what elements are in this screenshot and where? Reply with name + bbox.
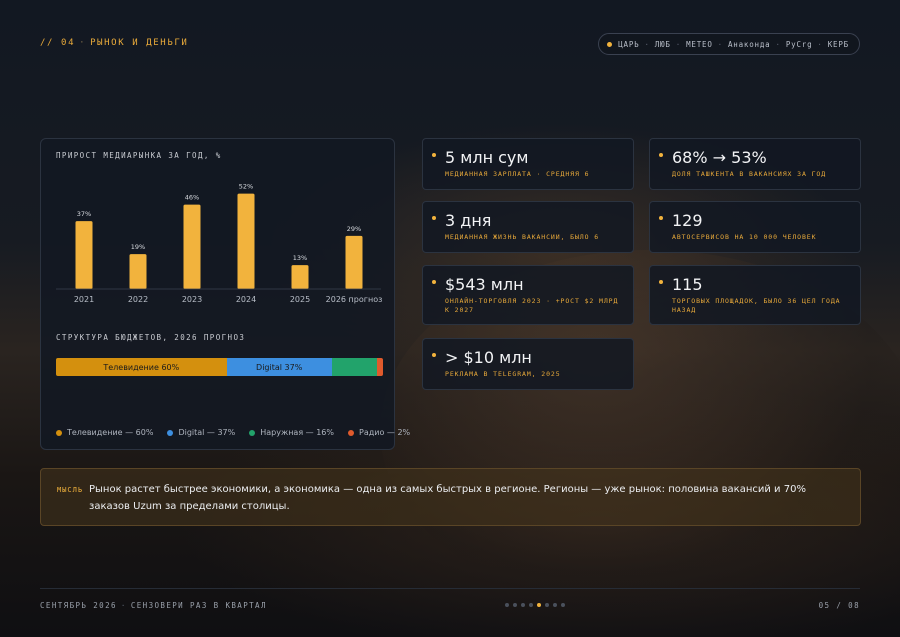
bar-2021: [75, 221, 93, 289]
bullet-icon: [432, 353, 436, 357]
bullet-icon: [659, 153, 663, 157]
budget-segment-tv: Телевидение 60%: [56, 358, 227, 376]
stat-value: 3 дня: [445, 211, 492, 230]
stat-label: ТОРГОВЫХ ПЛОЩАДОК, БЫЛО 36 ЦЕЛ ГОДА НАЗА…: [672, 297, 841, 314]
stat-card-tashkent-share: 68% → 53% ДОЛЯ ТАШКЕНТА В ВАКАНСИЯХ ЗА Г…: [649, 138, 861, 190]
x-tick-label: 2024: [236, 295, 256, 304]
budget-chart-title: СТРУКТУРА БЮДЖЕТОВ, 2026 ПРОГНОЗ: [56, 333, 246, 342]
stat-label: ДОЛЯ ТАШКЕНТА В ВАКАНСИЯХ ЗА ГОД: [672, 170, 827, 178]
stat-value: 115: [672, 275, 703, 294]
stat-value: $543 млн: [445, 275, 524, 294]
page-number: 05 / 08: [818, 601, 860, 610]
x-tick-label: 2021: [74, 295, 94, 304]
bar-value-label: 13%: [293, 254, 307, 262]
bullet-icon: [432, 153, 436, 157]
footer-date: СЕНТЯБРЬ 2026: [40, 601, 117, 610]
bar-2025: [291, 265, 309, 289]
insight-text: Рынок растет быстрее экономики, а эконом…: [89, 484, 806, 512]
stat-card-telegram-ads: > $10 млн РЕКЛАМА В TELEGRAM, 2025: [422, 338, 634, 390]
page-dot[interactable]: [513, 603, 517, 607]
legend-swatch-icon: [249, 429, 256, 436]
footer-tagline: СЕНЗОВЕРИ РАЗ В КВАРТАЛ: [130, 601, 267, 610]
legend-item-digital: Digital — 37%: [167, 428, 235, 437]
budget-stacked-bar: Телевидение 60% Digital 37%: [56, 358, 383, 376]
nav-dot-icon: [607, 41, 613, 47]
bar-value-label: 52%: [239, 183, 253, 191]
legend-label: Радио — 2%: [359, 428, 411, 437]
footer-left: СЕНТЯБРЬ 2026 · СЕНЗОВЕРИ РАЗ В КВАРТАЛ: [40, 601, 267, 610]
bar-2024: [237, 193, 255, 289]
x-tick-label: 2022: [128, 295, 148, 304]
segment-label: Телевидение 60%: [103, 362, 180, 372]
stat-card-vacancy-life: 3 дня МЕДИАННАЯ ЖИЗНЬ ВАКАНСИИ, БЫЛО 6: [422, 201, 634, 253]
nav-item-3[interactable]: Анаконда: [728, 40, 771, 49]
stat-value: 68% → 53%: [672, 148, 767, 167]
bullet-icon: [432, 216, 436, 220]
page-dot[interactable]: [537, 603, 541, 607]
bullet-icon: [432, 280, 436, 284]
bar-2022: [129, 254, 147, 289]
stat-label: ОНЛАЙН-ТОРГОВЛЯ 2023 · +РОСТ $2 МЛРД К 2…: [445, 297, 619, 314]
x-tick-label: 2023: [182, 295, 202, 304]
bar-value-label: 46%: [185, 194, 199, 202]
chart-panel: ПРИРОСТ МЕДИАРЫНКА ЗА ГОД, % 37% 2021 19% 2…: [40, 138, 410, 450]
stat-value: > $10 млн: [445, 348, 532, 367]
page-dot[interactable]: [505, 603, 509, 607]
stat-value: 129: [672, 211, 703, 230]
bar-value-label: 37%: [77, 210, 91, 218]
legend-label: Телевидение — 60%: [67, 428, 154, 437]
legend-label: Наружная — 16%: [260, 428, 334, 437]
budget-legend: Телевидение — 60% Digital — 37% Наружная —…: [56, 428, 410, 437]
section-title: РЫНОК И ДЕНЬГИ: [90, 38, 189, 48]
legend-item-tv: Телевидение — 60%: [56, 428, 153, 437]
bullet-icon: [659, 216, 663, 220]
stat-label: МЕДИАННАЯ ЖИЗНЬ ВАКАНСИИ, БЫЛО 6: [445, 233, 600, 241]
growth-bar-chart: 37% 2021 19% 2022 46% 2023 52% 2024 13% 2025 29% 20…: [56, 183, 383, 304]
insight-box: МЫСЛЬ Рынок растет быстрее экономики, а …: [40, 468, 861, 526]
legend-swatch-icon: [56, 429, 62, 436]
stat-value: 5 млн сум: [445, 148, 529, 167]
budget-segment-radio: [377, 358, 383, 376]
stat-label: АВТОСЕРВИСОВ НА 10 000 ЧЕЛОВЕК: [672, 233, 817, 241]
legend-swatch-icon: [167, 429, 174, 436]
nav-item-2[interactable]: МЕТЕО: [686, 40, 713, 49]
page-dot[interactable]: [545, 603, 549, 607]
stat-card-salary: 5 млн сум МЕДИАННАЯ ЗАРПЛАТА · СРЕДНЯЯ 6: [422, 138, 634, 190]
stat-label: МЕДИАННАЯ ЗАРПЛАТА · СРЕДНЯЯ 6: [445, 170, 590, 178]
stat-card-marketplaces: 115 ТОРГОВЫХ ПЛОЩАДОК, БЫЛО 36 ЦЕЛ ГОДА …: [649, 265, 861, 325]
legend-item-outdoor: Наружная — 16%: [249, 428, 334, 437]
stat-card-ecommerce: $543 млн ОНЛАЙН-ТОРГОВЛЯ 2023 · +РОСТ $2…: [422, 265, 634, 325]
bar-value-label: 19%: [131, 243, 145, 251]
page-dot[interactable]: [561, 603, 565, 607]
stat-label: РЕКЛАМА В TELEGRAM, 2025: [445, 370, 561, 378]
bar-2026: [345, 235, 363, 289]
budget-segment-outdoor: [331, 358, 378, 376]
footer-divider: [40, 588, 860, 589]
page-dot[interactable]: [521, 603, 525, 607]
legend-label: Digital — 37%: [178, 428, 236, 437]
nav-item-4[interactable]: РуСrg: [786, 40, 813, 49]
legend-item-radio: Радио — 2%: [348, 428, 410, 437]
page-dot[interactable]: [529, 603, 533, 607]
nav-item-0[interactable]: ЦАРЬ: [618, 40, 639, 49]
section-number: // 04: [40, 38, 76, 48]
page-dot[interactable]: [553, 603, 557, 607]
page-dots: [505, 603, 565, 607]
legend-swatch-icon: [348, 429, 354, 436]
x-tick-label: 2026 прогноз: [326, 295, 383, 304]
x-tick-label: 2025: [290, 295, 310, 304]
bar-value-label: 29%: [347, 225, 361, 233]
nav-item-5[interactable]: КЕРБ: [828, 40, 849, 49]
section-header: // 04 · РЫНОК И ДЕНЬГИ: [40, 38, 189, 48]
insight-tag: МЫСЛЬ: [57, 486, 84, 494]
nav-item-1[interactable]: ЛЮБ: [655, 40, 671, 49]
bullet-icon: [659, 280, 663, 284]
segment-label: Digital 37%: [256, 362, 303, 372]
stat-card-autoservices: 129 АВТОСЕРВИСОВ НА 10 000 ЧЕЛОВЕК: [649, 201, 861, 253]
top-nav: ЦАРЬ · ЛЮБ · МЕТЕО · Анаконда · РуСrg · КЕРБ: [598, 33, 860, 55]
budget-segment-digital: Digital 37%: [226, 358, 332, 376]
bar-2023: [183, 204, 201, 289]
